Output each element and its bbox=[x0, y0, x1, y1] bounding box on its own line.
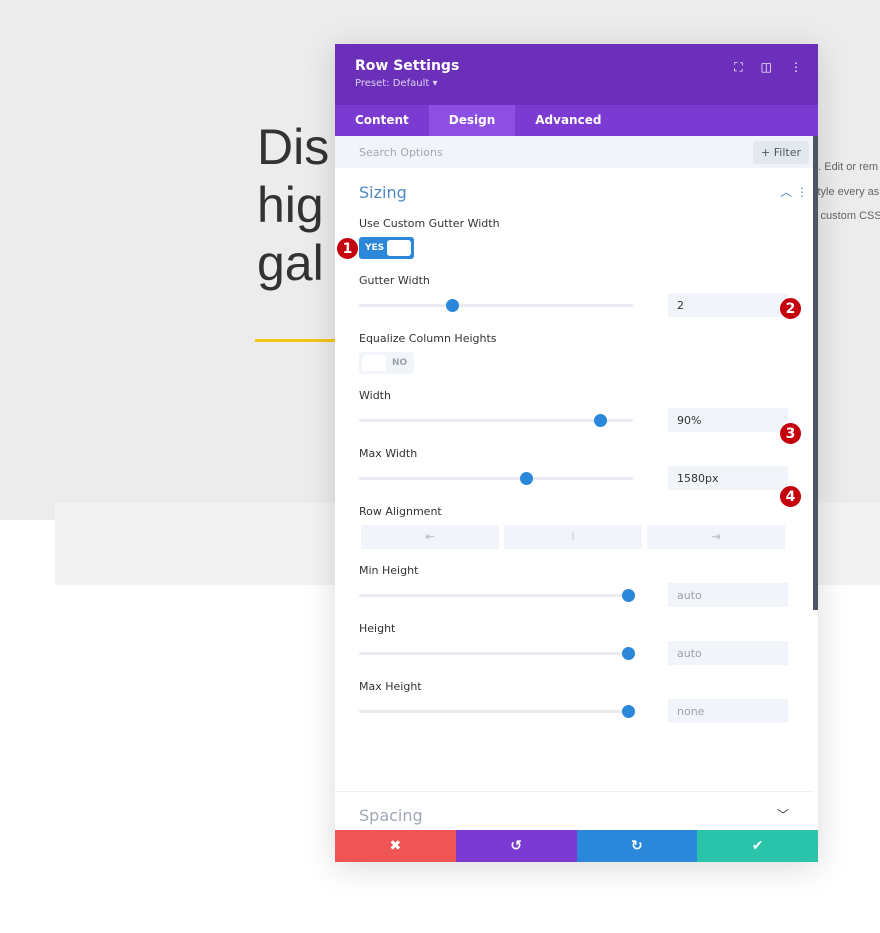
min-height-label: Min Height bbox=[359, 564, 419, 577]
undo-button[interactable]: ↺ bbox=[455, 830, 577, 862]
panel-tabs: Content Design Advanced bbox=[335, 105, 818, 136]
panel-header: Row Settings Preset: Default ▾ ⛶ ◫ ⋮ bbox=[335, 44, 818, 105]
custom-gutter-toggle[interactable]: YES bbox=[359, 237, 414, 259]
slider-handle[interactable] bbox=[446, 299, 460, 312]
cancel-button[interactable]: ✖ bbox=[335, 830, 456, 862]
width-input[interactable]: 90% bbox=[668, 408, 788, 432]
search-input[interactable]: Search Options bbox=[359, 146, 443, 159]
max-width-slider[interactable] bbox=[359, 477, 633, 480]
more-options-icon[interactable]: ⋮ bbox=[790, 60, 802, 75]
max-height-input[interactable]: none bbox=[668, 699, 788, 723]
preset-dropdown[interactable]: Preset: Default ▾ bbox=[355, 78, 798, 89]
toggle-state: NO bbox=[392, 358, 408, 368]
align-left-button[interactable]: ⇤ bbox=[361, 525, 499, 549]
max-height-slider[interactable] bbox=[359, 710, 633, 713]
tab-advanced[interactable]: Advanced bbox=[515, 105, 621, 136]
slider-handle[interactable] bbox=[621, 589, 635, 602]
row-settings-panel: Row Settings Preset: Default ▾ ⛶ ◫ ⋮ Con… bbox=[335, 44, 818, 862]
filter-button[interactable]: + Filter bbox=[753, 140, 809, 164]
row-alignment-label: Row Alignment bbox=[359, 505, 442, 518]
max-width-input[interactable]: 1580px bbox=[668, 466, 788, 490]
align-center-button[interactable]: ⁞ bbox=[504, 525, 642, 549]
split-view-icon[interactable]: ◫ bbox=[761, 60, 772, 75]
section-title-sizing[interactable]: Sizing bbox=[359, 183, 407, 202]
annotation-badge: 3 bbox=[779, 422, 802, 445]
width-slider[interactable] bbox=[359, 419, 633, 422]
gutter-width-slider[interactable] bbox=[359, 304, 633, 307]
tab-content[interactable]: Content bbox=[335, 105, 429, 136]
max-height-label: Max Height bbox=[359, 680, 422, 693]
min-height-slider[interactable] bbox=[359, 594, 633, 597]
height-input[interactable]: auto bbox=[668, 641, 788, 665]
annotation-badge: 4 bbox=[779, 485, 802, 508]
section-menu-icon[interactable]: ⋮ bbox=[796, 185, 808, 199]
gutter-width-label: Gutter Width bbox=[359, 274, 430, 287]
tab-design[interactable]: Design bbox=[428, 105, 516, 136]
side-text: style every as bbox=[812, 186, 880, 198]
min-height-input[interactable]: auto bbox=[668, 583, 788, 607]
custom-gutter-label: Use Custom Gutter Width bbox=[359, 217, 500, 230]
annotation-badge: 2 bbox=[779, 297, 802, 320]
save-button[interactable]: ✔ bbox=[697, 830, 818, 862]
side-text: y custom CSS bbox=[812, 210, 880, 222]
slider-handle[interactable] bbox=[520, 472, 534, 485]
side-text: e. Edit or rem bbox=[812, 161, 879, 173]
gutter-width-input[interactable]: 2 bbox=[668, 293, 788, 317]
height-slider[interactable] bbox=[359, 652, 633, 655]
slider-handle[interactable] bbox=[594, 414, 608, 427]
width-label: Width bbox=[359, 389, 391, 402]
chevron-down-icon[interactable]: ﹀ bbox=[777, 806, 789, 825]
section-title-spacing: Spacing bbox=[359, 806, 423, 825]
align-right-button[interactable]: ⇥ bbox=[647, 525, 785, 549]
fullscreen-icon[interactable]: ⛶ bbox=[734, 60, 742, 75]
slider-handle[interactable] bbox=[621, 647, 635, 660]
panel-title: Row Settings bbox=[355, 58, 460, 74]
heading-divider bbox=[255, 339, 345, 342]
slider-handle[interactable] bbox=[621, 705, 635, 718]
height-label: Height bbox=[359, 622, 396, 635]
equalize-toggle[interactable]: NO bbox=[359, 352, 414, 374]
chevron-up-icon[interactable]: ︿ bbox=[780, 185, 792, 199]
page-heading: Dis hig gal bbox=[257, 119, 330, 291]
toggle-state: YES bbox=[365, 243, 385, 253]
annotation-badge: 1 bbox=[336, 237, 359, 260]
redo-button[interactable]: ↻ bbox=[576, 830, 698, 862]
max-width-label: Max Width bbox=[359, 447, 418, 460]
equalize-label: Equalize Column Heights bbox=[359, 332, 497, 345]
search-bar: Search Options + Filter bbox=[335, 136, 818, 168]
